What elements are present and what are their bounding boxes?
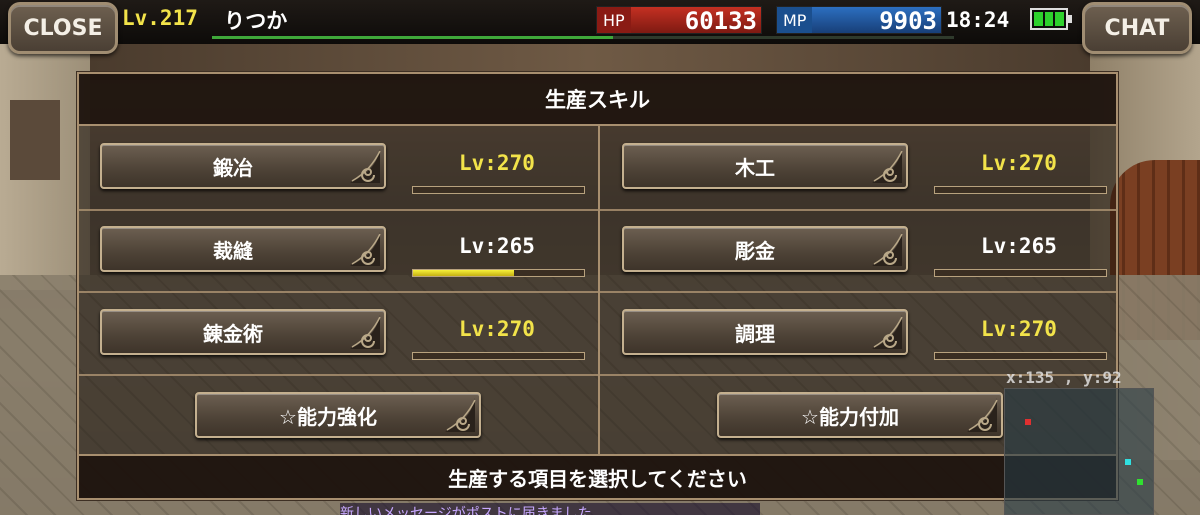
skill-level: Lv:270 — [459, 317, 535, 341]
skill-level: Lv:270 — [981, 317, 1057, 341]
skill-progress-bar — [934, 269, 1107, 277]
special-button-enchant[interactable]: ☆能力付加 — [717, 392, 1003, 438]
column-divider — [598, 126, 600, 456]
skill-progress-bar — [412, 352, 585, 360]
swirl-ornament-icon — [872, 149, 903, 183]
battery-icon — [1030, 8, 1072, 30]
skill-level: Lv:265 — [459, 234, 535, 258]
minimap-marker — [1125, 459, 1131, 465]
minimap-marker — [1025, 419, 1031, 425]
panel-title: 生産スキル — [79, 74, 1116, 126]
swirl-ornament-icon — [350, 149, 381, 183]
skill-label: 裁縫 — [213, 238, 253, 263]
skill-button-woodwork[interactable]: 木工 — [622, 143, 908, 189]
skill-button-sewing[interactable]: 裁縫 — [100, 226, 386, 272]
skill-label: 鍛冶 — [213, 155, 253, 180]
swirl-ornament-icon — [445, 398, 476, 432]
skill-level: Lv:270 — [981, 151, 1057, 175]
skill-label: 調理 — [735, 321, 775, 346]
hp-gauge: HP 60133 — [596, 6, 762, 35]
swirl-ornament-icon — [872, 315, 903, 349]
mp-value: 9903 — [879, 7, 937, 35]
skill-level: Lv:265 — [981, 234, 1057, 258]
battery-cell — [1044, 12, 1054, 26]
mp-gauge: MP 9903 — [776, 6, 942, 35]
skill-button-cooking[interactable]: 調理 — [622, 309, 908, 355]
special-label: ☆能力付加 — [801, 404, 899, 429]
battery-cell — [1055, 12, 1065, 26]
swirl-ornament-icon — [967, 398, 998, 432]
special-button-enhance[interactable]: ☆能力強化 — [195, 392, 481, 438]
exp-bar-fill — [212, 36, 613, 39]
clock: 18:24 — [946, 8, 1010, 32]
skill-button-engraving[interactable]: 彫金 — [622, 226, 908, 272]
swirl-ornament-icon — [872, 232, 903, 266]
player-level: Lv.217 — [122, 6, 198, 30]
minimap[interactable] — [1004, 388, 1154, 515]
skill-button-smithing[interactable]: 鍛冶 — [100, 143, 386, 189]
map-coordinates: x:135 , y:92 — [1006, 368, 1122, 387]
minimap-marker — [1137, 479, 1143, 485]
skill-level: Lv:270 — [459, 151, 535, 175]
battery-cell — [1034, 12, 1043, 26]
swirl-ornament-icon — [350, 232, 381, 266]
skill-label: 木工 — [735, 155, 775, 180]
hp-label: HP — [597, 7, 631, 33]
panel-instruction: 生産する項目を選択してください — [79, 454, 1116, 498]
chat-log: 新しいメッセージがポストに届きました — [340, 503, 760, 515]
hp-value: 60133 — [684, 7, 757, 35]
production-skill-panel: 生産スキル 鍛冶 Lv:270 木工 Lv:270 裁縫 Lv:265 彫金 L… — [77, 72, 1118, 500]
skill-progress-bar — [934, 186, 1107, 194]
skill-label: 錬金術 — [203, 321, 263, 346]
special-label: ☆能力強化 — [279, 404, 377, 429]
skill-progress-bar — [934, 352, 1107, 360]
swirl-ornament-icon — [350, 315, 381, 349]
skill-label: 彫金 — [735, 238, 775, 263]
skill-button-alchemy[interactable]: 錬金術 — [100, 309, 386, 355]
close-button[interactable]: CLOSE — [8, 2, 118, 54]
skill-progress-bar — [412, 269, 585, 277]
skill-progress-fill — [413, 270, 514, 276]
chat-button[interactable]: CHAT — [1082, 2, 1192, 54]
status-bar: Lv.217 りつか HP 60133 MP 9903 18:24 — [0, 0, 1200, 44]
player-name: りつか — [224, 9, 288, 33]
skill-progress-bar — [412, 186, 585, 194]
mp-label: MP — [777, 7, 813, 33]
exp-bar — [212, 36, 954, 39]
